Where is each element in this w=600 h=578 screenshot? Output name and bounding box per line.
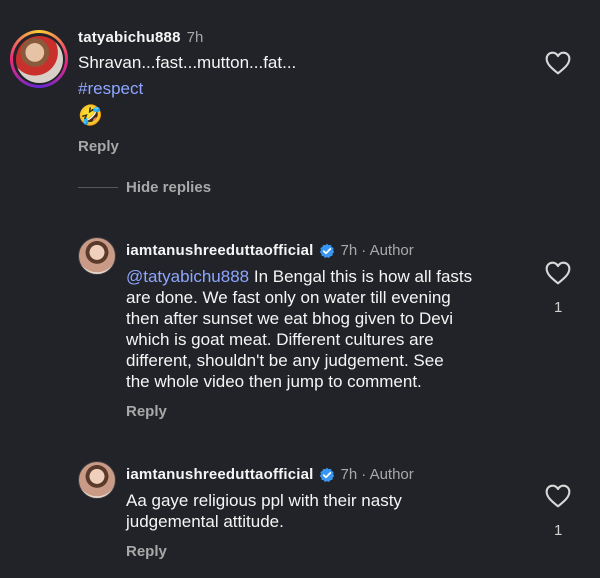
like-count: 1	[554, 522, 563, 539]
avatar-image	[15, 35, 63, 83]
reply-button[interactable]: Reply	[126, 403, 167, 420]
comment-username[interactable]: iamtanushreeduttaofficial	[126, 242, 314, 259]
heart-icon[interactable]	[545, 51, 571, 75]
comment-hashtag[interactable]: #respect	[78, 79, 143, 99]
author-label: · Author	[361, 242, 414, 259]
comment-username[interactable]: tatyabichu888	[78, 29, 181, 46]
verified-badge-icon	[319, 467, 334, 482]
reply-button[interactable]: Reply	[126, 543, 167, 560]
comment-username[interactable]: iamtanushreeduttaofficial	[126, 466, 314, 483]
like-count: 1	[554, 299, 563, 316]
comment-header: iamtanushreeduttaofficial 7h · Author	[126, 466, 414, 483]
hide-replies-button[interactable]: Hide replies	[126, 179, 211, 196]
comment-emoji: 🤣	[78, 105, 103, 127]
avatar-iamtanushreeduttaofficial[interactable]	[78, 461, 116, 499]
verified-badge-icon	[319, 243, 334, 258]
comment-text: @tatyabichu888 In Bengal this is how all…	[126, 267, 473, 391]
comment-text: Shravan...fast...mutton...fat...	[78, 53, 297, 72]
comment-header: iamtanushreeduttaofficial 7h · Author	[126, 242, 414, 259]
comment-time: 7h	[340, 242, 358, 259]
comment-time: 7h	[340, 466, 358, 483]
heart-icon[interactable]	[545, 261, 571, 285]
reply-button[interactable]: Reply	[78, 138, 119, 155]
comment-time: 7h	[186, 29, 204, 46]
comment-text: Aa gaye religious ppl with their nasty j…	[126, 491, 402, 531]
author-label: · Author	[361, 466, 414, 483]
avatar-story-ring	[13, 33, 65, 85]
hide-replies-divider	[78, 187, 118, 188]
heart-icon[interactable]	[545, 484, 571, 508]
avatar-tatyabichu888[interactable]	[10, 30, 68, 88]
mention-link[interactable]: @tatyabichu888	[126, 267, 249, 286]
comment-header: tatyabichu888 7h	[78, 29, 203, 46]
avatar-iamtanushreeduttaofficial[interactable]	[78, 237, 116, 275]
